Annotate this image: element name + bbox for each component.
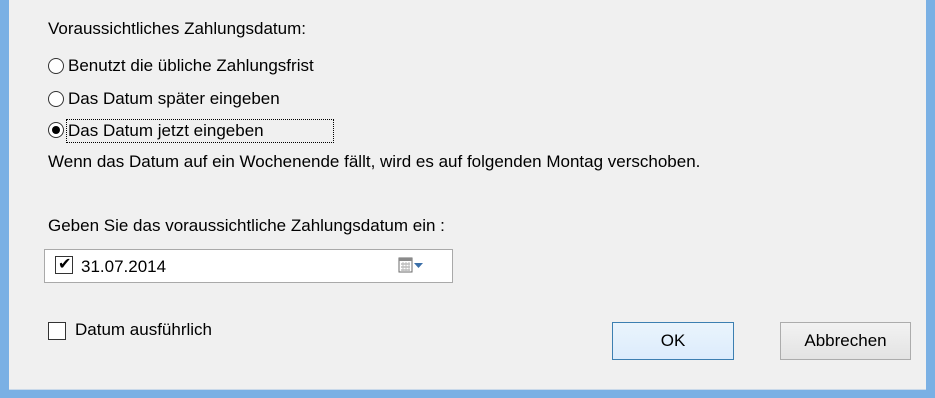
date-prompt-label: Geben Sie das voraussichtliche Zahlungsd…: [48, 216, 445, 235]
window-border-bottom: [0, 390, 935, 398]
ok-button[interactable]: OK: [612, 322, 734, 360]
chevron-down-icon: [414, 263, 423, 268]
long-date-checkbox[interactable]: [48, 322, 66, 340]
weekend-note: Wenn das Datum auf ein Wochenende fällt,…: [48, 152, 701, 171]
radio-button[interactable]: [48, 91, 64, 107]
radio-label[interactable]: Das Datum später eingeben: [68, 89, 280, 109]
radio-label[interactable]: Benutzt die übliche Zahlungsfrist: [68, 56, 314, 76]
radio-button[interactable]: [48, 58, 64, 74]
checkmark-icon: ✔: [58, 254, 72, 273]
calendar-dropdown-button[interactable]: [398, 256, 424, 276]
window-border-inner-line: [9, 389, 926, 390]
window-border-left: [0, 0, 9, 398]
calendar-icon: [398, 257, 423, 273]
long-date-label[interactable]: Datum ausführlich: [75, 320, 212, 340]
date-enabled-checkbox[interactable]: ✔: [55, 254, 73, 274]
section-heading: Voraussichtliches Zahlungsdatum:: [48, 19, 306, 38]
radio-button-selected[interactable]: [48, 122, 64, 138]
radio-label[interactable]: Das Datum jetzt eingeben: [68, 121, 264, 141]
cancel-button[interactable]: Abbrechen: [780, 322, 911, 360]
window-border-right: [926, 0, 935, 398]
payment-date-dialog: Voraussichtliches Zahlungsdatum: Benutzt…: [0, 0, 935, 398]
radio-dot: [52, 126, 60, 134]
date-value[interactable]: 31.07.2014: [81, 257, 166, 277]
